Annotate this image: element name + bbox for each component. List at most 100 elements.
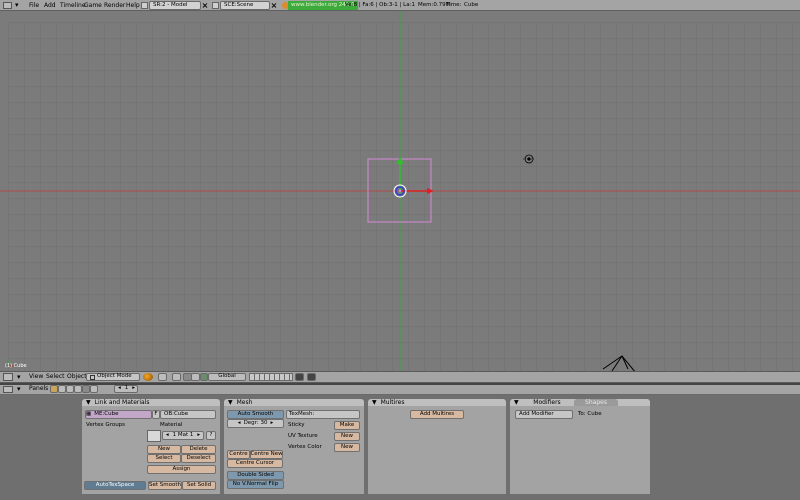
mesh-panel-header[interactable]: ▼ Mesh [224,399,364,406]
multires-panel: Add Multires [368,406,506,494]
3d-header-collapse-icon[interactable]: ▾ [17,373,21,381]
active-object-name: Cube [464,1,479,8]
double-sided-toggle[interactable]: Double Sided [227,471,284,480]
render-view-icon[interactable] [307,373,316,381]
material-select-button[interactable]: Select [147,454,181,463]
3d-viewport[interactable]: (1) Cube [0,11,800,371]
draw-type-icon[interactable] [143,373,153,381]
editing-context-icon[interactable] [82,385,90,393]
shading-context-icon[interactable] [66,385,74,393]
translate-manipulator-icon[interactable] [200,373,208,381]
panel-title: Link and Materials [94,398,150,406]
modifier-target-label: To: Cube [578,410,602,417]
degr-value: Degr: 30 [243,419,268,426]
material-color-swatch[interactable] [147,430,161,442]
mesh-panel: Auto Smooth ◂ Degr: 30 ▸ TexMesh: Sticky M… [224,406,364,494]
panel-collapse-icon: ▼ [228,398,233,406]
3d-window-type-icon[interactable] [3,373,13,381]
scene-browse-icon[interactable] [212,2,219,9]
menu-help[interactable]: Help [124,1,142,10]
uv-texture-new-button[interactable]: New [334,432,360,441]
vertex-color-new-button[interactable]: New [334,443,360,452]
degr-field[interactable]: ◂ Degr: 30 ▸ [227,419,284,428]
orientation-value: Global [218,373,236,380]
material-index-field[interactable]: ◂ 1 Mat 1 ▸ [162,431,204,440]
mesh-browse-icon: ▦ [86,410,92,417]
mesh-datablock-field[interactable]: ▦ ME:Cube [85,410,152,419]
menu-object[interactable]: Object [67,373,87,381]
link-materials-panel: ▦ ME:Cube F OB:Cube Vertex Groups Materi… [82,406,220,494]
frame-value: 1 [124,385,129,392]
object-context-icon[interactable] [74,385,82,393]
viewport-grid [0,11,800,371]
set-solid-button[interactable]: Set Solid [182,481,216,490]
screen-close-icon[interactable]: × [201,1,209,10]
panel-collapse-icon: ▼ [514,399,519,406]
object-mode-icon [90,374,95,380]
autotexspace-toggle[interactable]: AutoTexSpace [84,481,146,490]
material-new-button[interactable]: New [147,445,181,454]
multires-panel-header[interactable]: ▼ Multires [368,399,506,406]
collapse-icon[interactable]: ▾ [15,2,19,9]
menu-select[interactable]: Select [46,373,65,381]
add-multires-button[interactable]: Add Multires [410,410,464,419]
tab-shapes[interactable]: Shapes [574,399,618,406]
sticky-make-button[interactable]: Make [334,421,360,430]
centre-new-button[interactable]: Centre New [250,450,283,459]
frame-number-field[interactable]: ◂ 1 ▸ [114,385,138,393]
set-smooth-button[interactable]: Set Smooth [148,481,182,490]
camera-view-button[interactable] [172,373,181,381]
hand-icon[interactable] [191,373,200,381]
fake-user-button[interactable]: F [152,410,160,419]
material-help-button[interactable]: ? [206,431,216,440]
vertex-groups-label: Vertex Groups [86,421,126,428]
menu-add[interactable]: Add [42,1,58,10]
material-delete-button[interactable]: Delete [181,445,216,454]
buttons-header-collapse-icon[interactable]: ▾ [17,385,21,393]
tab-modifiers[interactable]: Modifiers [522,399,572,406]
object-name-field[interactable]: OB:Cube [160,410,216,419]
scene-context-icon[interactable] [90,385,98,393]
uv-texture-label: UV Texture [288,432,318,439]
shading-button[interactable] [158,373,167,381]
mesh-name: ME:Cube [94,410,119,417]
scene-close-icon[interactable]: × [270,1,278,10]
layer-buttons[interactable] [249,373,293,381]
panel-title: Mesh [236,398,253,406]
info-header: ▾ File Add Timeline Game Render Help SR:… [0,0,800,11]
material-label: Material [160,421,183,428]
lock-icon[interactable] [295,373,304,381]
orientation-dropdown[interactable]: Global [208,373,246,381]
buttons-area: ▼ Link and Materials ▦ ME:Cube F OB:Cube… [0,395,800,500]
buttons-window-header: ▾ Panels ◂ 1 ▸ [0,385,800,395]
buttons-window-type-icon[interactable] [3,386,13,393]
mode-dropdown[interactable]: Object Mode [86,373,140,381]
material-index-value: 1 Mat 1 [172,431,194,438]
viewport-object-label: (1) Cube [5,363,27,369]
screen-browse-icon[interactable] [141,2,148,9]
sticky-label: Sticky [288,421,305,428]
texmesh-field[interactable]: TexMesh: [286,410,360,419]
panel-collapse-icon: ▼ [372,398,377,406]
menu-game[interactable]: Game [82,1,104,10]
centre-button[interactable]: Centre [227,450,250,459]
menu-file[interactable]: File [27,1,41,10]
centre-cursor-button[interactable]: Centre Cursor [227,459,283,468]
modifiers-panel-header: ▼ Modifiers Shapes [510,399,650,406]
no-v-normal-flip-toggle[interactable]: No V.Normal Flip [227,480,284,489]
logic-context-icon[interactable] [50,385,58,393]
material-assign-button[interactable]: Assign [147,465,216,474]
screen-name-field[interactable]: SR:2 - Model [149,1,201,10]
window-type-icon[interactable] [3,2,12,9]
auto-smooth-toggle[interactable]: Auto Smooth [227,410,284,419]
panel-collapse-icon: ▼ [86,398,91,406]
add-modifier-button[interactable]: Add Modifier [515,410,573,419]
panel-title: Multires [380,398,405,406]
script-context-icon[interactable] [58,385,66,393]
panels-label: Panels [29,385,49,392]
material-deselect-button[interactable]: Deselect [181,454,216,463]
modifiers-panel: Add Modifier To: Cube [510,406,650,494]
scene-name-field[interactable]: SCE:Scene [220,1,270,10]
menu-view[interactable]: View [29,373,43,381]
link-materials-panel-header[interactable]: ▼ Link and Materials [82,399,220,406]
